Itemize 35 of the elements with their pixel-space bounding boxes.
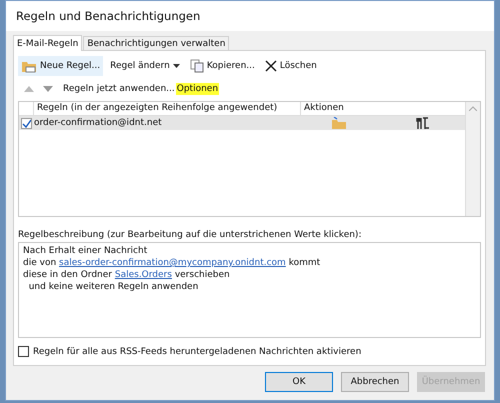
scrollbar[interactable] <box>465 102 480 216</box>
description-line: die von sales-order-confirmation@mycompany.onidnt.com kommt <box>23 257 322 269</box>
description-line: diese in den Ordner Sales.Orders verschieben <box>23 269 231 281</box>
description-line: und keine weiteren Regeln anwenden <box>28 281 200 293</box>
copy-icon <box>190 59 204 73</box>
dialog-button[interactable]: Abbrechen <box>341 372 409 392</box>
folder-icon <box>21 59 37 73</box>
column-header[interactable]: Regeln (in der angezeigten Reihenfolge angewendet) <box>34 102 301 115</box>
toolbar-button[interactable]: Regel ändern <box>107 56 183 76</box>
scroll-up-icon[interactable] <box>469 106 477 111</box>
checkbox-label: Regeln für alle aus RSS-Feeds heruntergeladenen Nachrichten aktivieren <box>33 346 362 356</box>
up-arrow-icon[interactable] <box>24 86 34 92</box>
checkbox[interactable] <box>18 346 29 357</box>
folder-icon <box>332 117 346 129</box>
down-arrow-icon[interactable] <box>43 86 53 92</box>
rule-name: order-confirmation@idnt.net <box>34 118 163 128</box>
action-link[interactable]: Optionen <box>176 83 220 95</box>
link[interactable]: sales-order-confirmation@mycompany.onidnt.com <box>59 258 286 268</box>
caret-icon <box>172 64 180 68</box>
toolbar-button[interactable]: Neue Regel... <box>18 56 104 76</box>
toolbar-button[interactable]: Löschen <box>262 56 320 76</box>
close-icon <box>264 60 277 72</box>
window-title: Regeln und Benachrichtigungen <box>6 1 494 31</box>
tab[interactable]: E-Mail-Regeln <box>13 35 82 51</box>
dialog-button[interactable]: OK <box>265 372 333 392</box>
action-link[interactable]: Regeln jetzt anwenden... <box>62 83 176 95</box>
rule-row[interactable]: order-confirmation@idnt.net <box>19 116 465 130</box>
description-line: Nach Erhalt einer Nachricht <box>23 245 148 257</box>
description-label: Regelbeschreibung (zur Bearbeitung auf die unterstrichenen Werte klicken): <box>18 230 362 240</box>
checkbox[interactable] <box>21 118 32 128</box>
column-header[interactable]: Aktionen <box>301 102 465 115</box>
tools-icon[interactable] <box>416 117 430 129</box>
tab[interactable]: Benachrichtigungen verwalten <box>83 36 230 50</box>
toolbar-button[interactable]: Kopieren... <box>186 56 258 76</box>
link[interactable]: Sales.Orders <box>114 270 172 280</box>
